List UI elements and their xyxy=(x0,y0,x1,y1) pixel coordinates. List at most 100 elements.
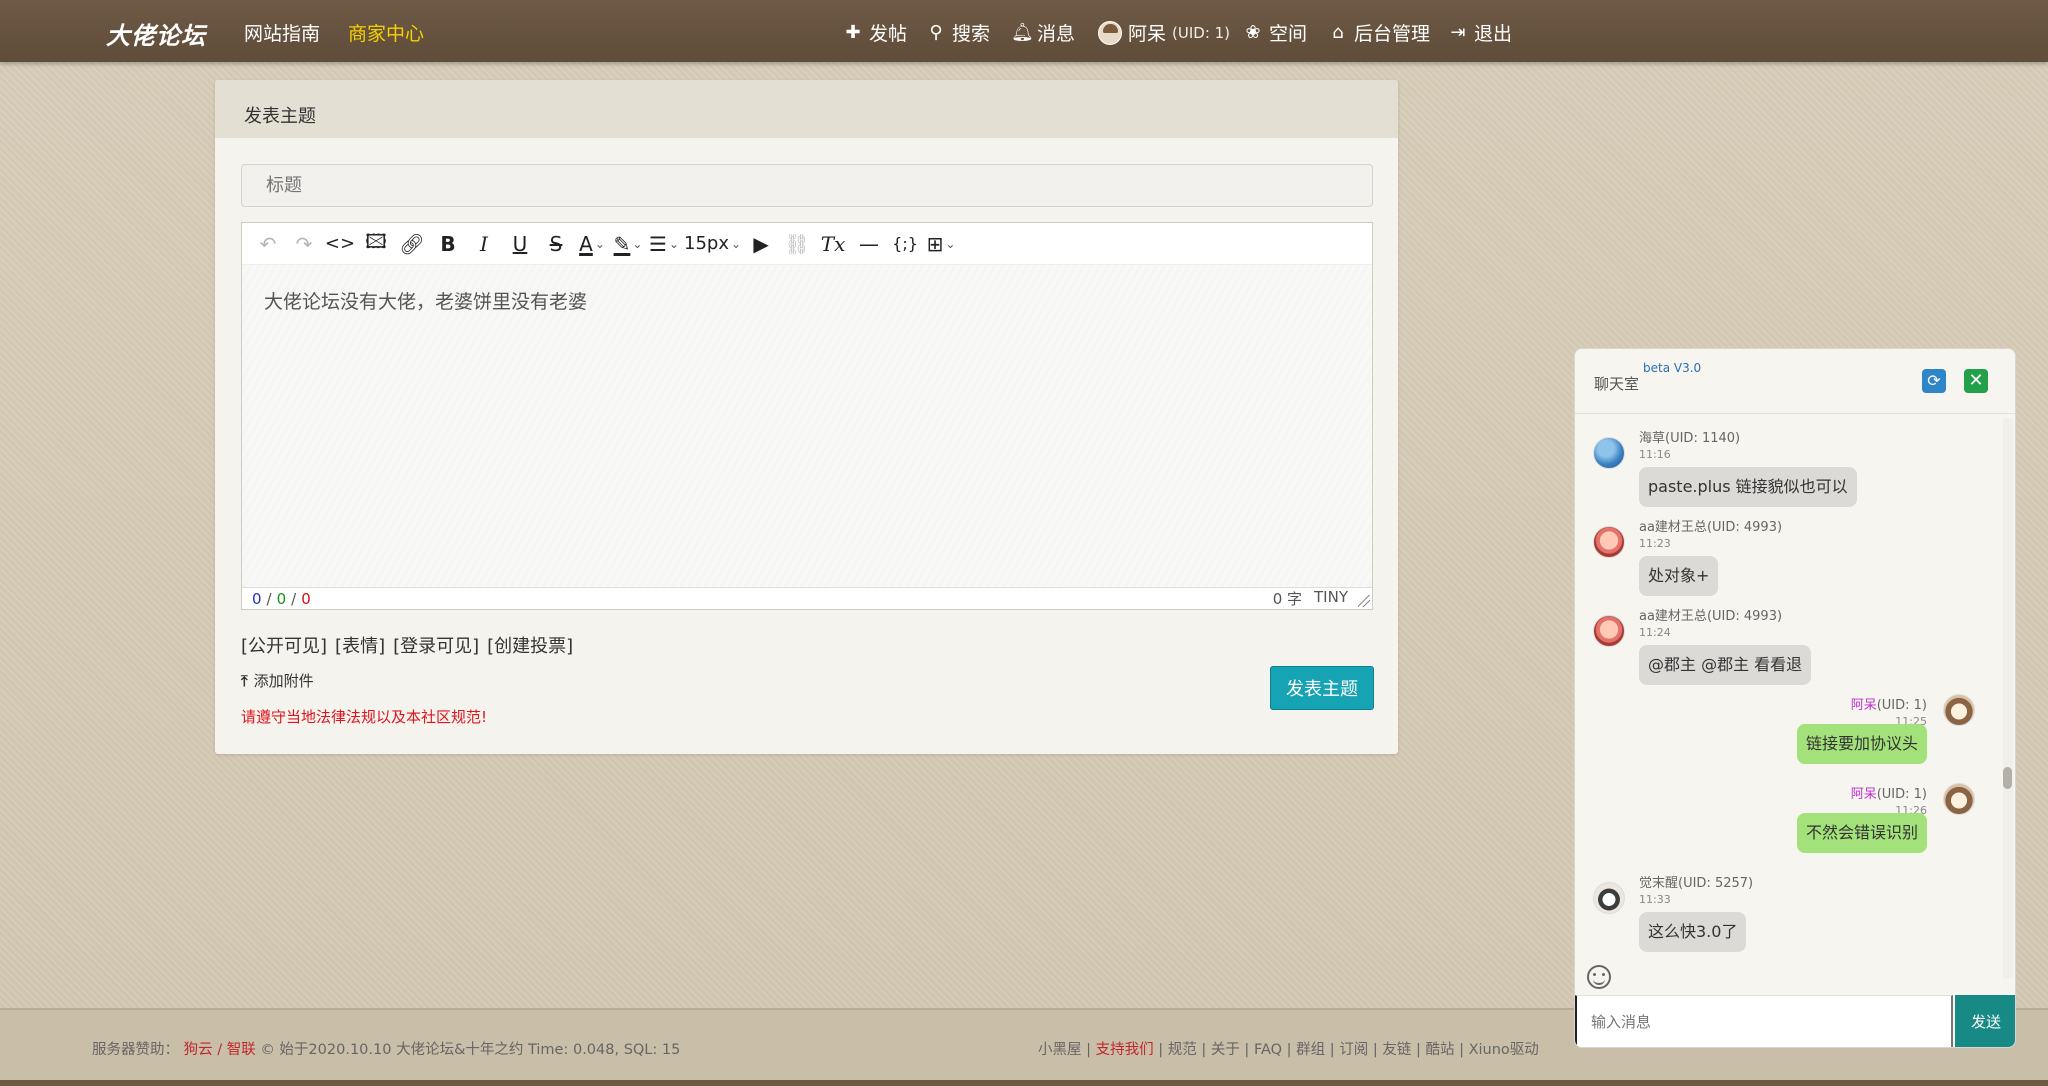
option-emoji[interactable]: [表情] xyxy=(335,632,385,658)
nav-space[interactable]: ❀ 空间 xyxy=(1243,19,1307,46)
chat-bubble: 这么快3.0了 xyxy=(1639,912,1747,952)
resize-handle[interactable] xyxy=(1358,595,1370,607)
editor-toolbar: ↶ ↷ <> 🖾︎ 🔗︎ B I U S A ⌄ ✎ ⌄ ☰ ⌄ 15px ⌄ ▶ ⛓ … xyxy=(242,223,1372,265)
horizontal-rule-icon[interactable]: — xyxy=(853,228,885,260)
link-icon[interactable]: 🔗︎ xyxy=(396,228,428,260)
chat-panel: 聊天室 beta V3.0 ⟳ ✕ 海草(UID: 1140) 11:16 past… xyxy=(1574,348,2016,1048)
chat-sender[interactable]: 海草(UID: 1140) xyxy=(1639,427,1740,446)
footer-link[interactable]: FAQ xyxy=(1254,1042,1282,1058)
footer-link-separator: | xyxy=(1239,1042,1254,1058)
sponsor-link-1[interactable]: 狗云 xyxy=(184,1042,213,1058)
footer-link[interactable]: 支持我们 xyxy=(1096,1042,1154,1058)
chat-sender[interactable]: 阿呆(UID: 1) xyxy=(1851,694,1927,713)
upload-icon: ⤒ xyxy=(241,671,248,690)
add-attachment-button[interactable]: ⤒ 添加附件 xyxy=(241,670,314,691)
chat-bubble: paste.plus 链接貌似也可以 xyxy=(1639,467,1857,507)
undo-icon[interactable]: ↶ xyxy=(252,228,284,260)
avatar[interactable] xyxy=(1593,437,1625,469)
footer-link-separator: | xyxy=(1282,1042,1297,1058)
avatar[interactable] xyxy=(1943,694,1975,726)
status-count-b: 0 xyxy=(276,589,287,608)
chat-scrollbar-thumb[interactable] xyxy=(2003,767,2012,789)
chat-message: 觉末醒(UID: 5257) 11:33 这么快3.0了 xyxy=(1575,872,2005,956)
chat-send-button[interactable]: 发送 xyxy=(1955,995,2015,1047)
nav-merchant-label: 商家中心 xyxy=(348,23,425,45)
align-icon[interactable]: ☰ ⌄ xyxy=(648,228,680,260)
chat-message-input[interactable] xyxy=(1575,995,1953,1047)
footer-link[interactable]: 友链 xyxy=(1382,1042,1411,1058)
chat-timestamp: 11:24 xyxy=(1639,626,1671,639)
footer-link[interactable]: 小黑屋 xyxy=(1038,1042,1082,1058)
chat-sender[interactable]: aa建材王总(UID: 4993) xyxy=(1639,516,1782,535)
emoji-icon[interactable] xyxy=(1587,965,1611,989)
footer-link-separator: | xyxy=(1454,1042,1469,1058)
nav-admin[interactable]: ⌂ 后台管理 xyxy=(1328,19,1430,46)
top-navbar: 大佬论坛 网站指南 商家中心 ✚ 发帖 ⚲ 搜索 🔔︎ 消息 阿呆 (UID: … xyxy=(0,0,2048,62)
chat-title: 聊天室 xyxy=(1594,375,1640,393)
chat-message: 阿呆(UID: 1) 11:25 链接要加协议头 xyxy=(1575,694,2005,778)
nav-messages[interactable]: 🔔︎ 消息 xyxy=(1011,19,1075,46)
chat-sender[interactable]: aa建材王总(UID: 4993) xyxy=(1639,605,1782,624)
clear-format-icon[interactable]: Tx xyxy=(817,228,849,260)
redo-icon[interactable]: ↷ xyxy=(288,228,320,260)
footer-link-separator: | xyxy=(1153,1042,1168,1058)
table-icon[interactable]: ⊞ ⌄ xyxy=(925,228,957,260)
footer-link-separator: | xyxy=(1411,1042,1426,1058)
footer-link-separator: | xyxy=(1196,1042,1211,1058)
submit-post-button[interactable]: 发表主题 xyxy=(1270,666,1374,710)
nav-post[interactable]: ✚ 发帖 xyxy=(843,19,907,46)
nav-merchant[interactable]: 商家中心 xyxy=(348,19,424,46)
editor-content[interactable]: 大佬论坛没有大佬，老婆饼里没有老婆 xyxy=(242,265,1372,587)
chat-header: 聊天室 beta V3.0 ⟳ ✕ xyxy=(1575,349,2015,414)
close-icon[interactable]: ✕ xyxy=(1964,369,1988,393)
chat-message: 阿呆(UID: 1) 11:26 不然会错误识别 xyxy=(1575,783,2005,867)
avatar[interactable] xyxy=(1593,882,1625,914)
footer-link[interactable]: Xiuno驱动 xyxy=(1469,1042,1539,1058)
status-separator: / xyxy=(291,589,297,608)
option-public[interactable]: [公开可见] xyxy=(241,632,327,658)
avatar[interactable] xyxy=(1593,615,1625,647)
code-icon[interactable]: <> xyxy=(324,228,356,260)
font-size-select[interactable]: 15px ⌄ xyxy=(684,228,741,260)
option-create-poll[interactable]: [创建投票] xyxy=(487,632,573,658)
strikethrough-icon[interactable]: S xyxy=(540,228,572,260)
nav-user-name: 阿呆 xyxy=(1128,23,1167,45)
title-input[interactable] xyxy=(241,164,1373,207)
chat-scrollbar[interactable] xyxy=(2003,419,2013,979)
chat-sender[interactable]: 阿呆(UID: 1) xyxy=(1851,783,1927,802)
unlink-icon[interactable]: ⛓ xyxy=(781,228,813,260)
highlight-color-icon[interactable]: ✎ ⌄ xyxy=(612,228,644,260)
chat-bubble: 处对象+ xyxy=(1639,556,1719,596)
code-block-icon[interactable]: {;} xyxy=(889,228,921,260)
chat-message: aa建材王总(UID: 4993) 11:23 处对象+ xyxy=(1575,516,2005,600)
chat-bubble: 链接要加协议头 xyxy=(1796,724,1927,764)
refresh-icon[interactable]: ⟳ xyxy=(1922,369,1946,393)
nav-search[interactable]: ⚲ 搜索 xyxy=(926,19,990,46)
footer-link[interactable]: 订阅 xyxy=(1339,1042,1368,1058)
avatar[interactable] xyxy=(1593,526,1625,558)
chat-sender[interactable]: 觉末醒(UID: 5257) xyxy=(1639,872,1753,891)
footer-link[interactable]: 群组 xyxy=(1296,1042,1325,1058)
chat-bubble: @郡主 @郡主 看看退 xyxy=(1639,645,1812,685)
site-logo[interactable]: 大佬论坛 xyxy=(106,16,206,51)
footer-link[interactable]: 关于 xyxy=(1211,1042,1240,1058)
avatar[interactable] xyxy=(1943,783,1975,815)
nav-logout[interactable]: ⇥ 退出 xyxy=(1448,19,1512,46)
media-icon[interactable]: ▶ xyxy=(745,228,777,260)
footer-link[interactable]: 规范 xyxy=(1168,1042,1197,1058)
footer-link[interactable]: 酷站 xyxy=(1425,1042,1454,1058)
bold-icon[interactable]: B xyxy=(432,228,464,260)
nav-guide[interactable]: 网站指南 xyxy=(244,19,320,46)
chat-timestamp: 11:23 xyxy=(1639,537,1671,550)
footer-link-separator: | xyxy=(1081,1042,1096,1058)
editor-statusbar: 0 / 0 / 0 0 字 TINY xyxy=(242,587,1372,609)
nav-user[interactable]: 阿呆 (UID: 1) xyxy=(1098,19,1230,46)
sponsor-link-2[interactable]: 智联 xyxy=(227,1042,256,1058)
text-color-icon[interactable]: A ⌄ xyxy=(576,228,608,260)
underline-icon[interactable]: U xyxy=(504,228,536,260)
option-login-visible[interactable]: [登录可见] xyxy=(393,632,479,658)
chat-bubble: 不然会错误识别 xyxy=(1796,813,1927,853)
chat-version: beta V3.0 xyxy=(1643,361,1702,375)
italic-icon[interactable]: I xyxy=(468,228,500,260)
image-icon[interactable]: 🖾︎ xyxy=(360,228,392,260)
